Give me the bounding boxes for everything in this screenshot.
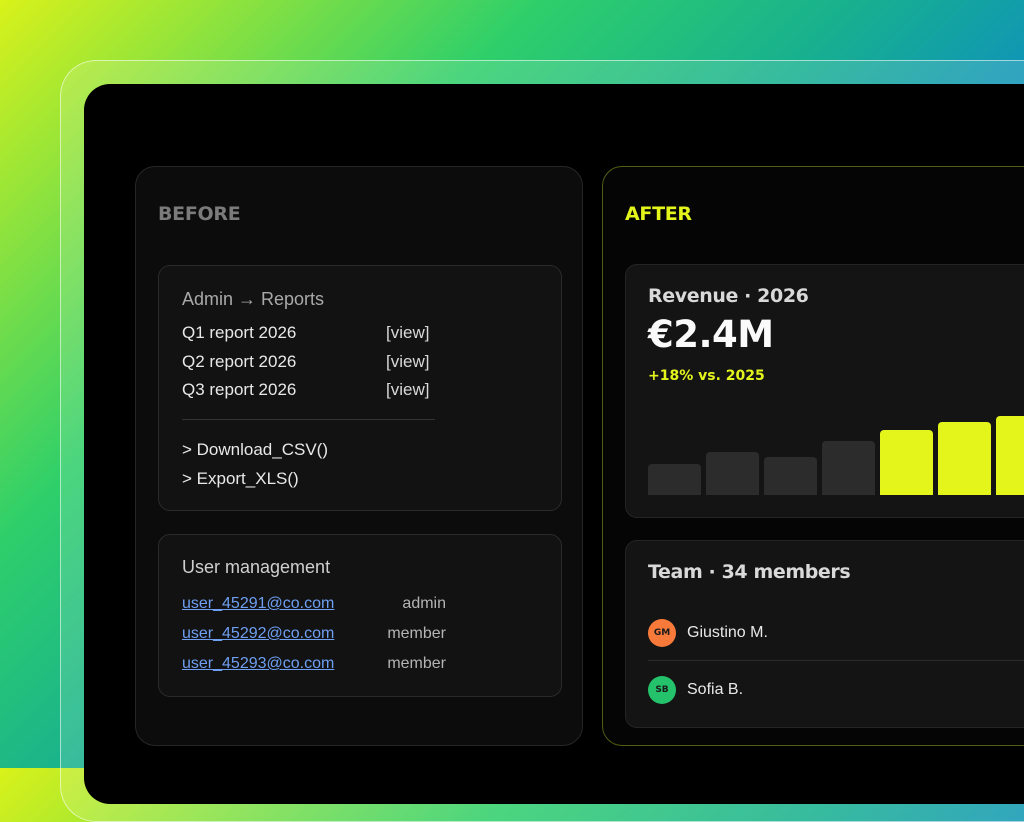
revenue-change: +18% vs. 2025 <box>648 368 765 384</box>
view-link[interactable]: [view] <box>386 352 429 372</box>
report-row: Q3 report 2026 [view] <box>182 380 434 402</box>
team-card[interactable]: Team · 34 members GM Giustino M. SB Sofi… <box>625 540 1024 728</box>
report-name: Q2 report 2026 <box>182 352 297 371</box>
user-email-link[interactable]: user_45291@co.com <box>182 595 334 613</box>
download-csv-command[interactable]: > Download_CSV() <box>182 440 328 460</box>
revenue-bar <box>764 457 817 495</box>
before-heading: BEFORE <box>158 203 241 225</box>
user-role: admin <box>402 595 446 612</box>
view-link[interactable]: [view] <box>386 323 429 343</box>
user-row: user_45291@co.com admin <box>182 595 452 617</box>
reports-breadcrumb: Admin → Reports <box>182 289 325 309</box>
user-email-link[interactable]: user_45293@co.com <box>182 655 334 673</box>
before-panel: BEFORE Admin → Reports Q1 report 2026 [v… <box>135 166 583 746</box>
user-row: user_45293@co.com member <box>182 655 452 677</box>
user-row: user_45292@co.com member <box>182 625 452 647</box>
users-card: User management user_45291@co.com admin … <box>158 534 562 697</box>
report-row: Q1 report 2026 [view] <box>182 323 434 345</box>
user-role: member <box>387 625 446 642</box>
users-title: User management <box>182 557 331 577</box>
revenue-value: €2.4M <box>648 313 774 356</box>
divider <box>648 660 1024 661</box>
report-name: Q1 report 2026 <box>182 323 297 342</box>
revenue-bar <box>648 464 701 495</box>
after-heading: AFTER <box>625 203 692 225</box>
team-member[interactable]: GM Giustino M. <box>648 619 1024 649</box>
team-label: Team · 34 members <box>648 561 851 583</box>
report-row: Q2 report 2026 [view] <box>182 352 434 374</box>
revenue-card[interactable]: Revenue · 2026 €2.4M +18% vs. 2025 <box>625 264 1024 518</box>
revenue-bar <box>822 441 875 495</box>
avatar: GM <box>648 619 676 647</box>
revenue-bar <box>996 416 1024 495</box>
user-email-link[interactable]: user_45292@co.com <box>182 625 334 643</box>
team-member[interactable]: SB Sofia B. <box>648 676 1024 706</box>
after-panel: AFTER Revenue · 2026 €2.4M +18% vs. 2025… <box>602 166 1024 746</box>
revenue-label: Revenue · 2026 <box>648 285 809 307</box>
revenue-bar <box>706 452 759 495</box>
user-role: member <box>387 655 446 672</box>
divider <box>182 419 435 420</box>
reports-card: Admin → Reports Q1 report 2026 [view] Q2… <box>158 265 562 511</box>
revenue-bar <box>938 422 991 495</box>
avatar: SB <box>648 676 676 704</box>
member-name: Giustino M. <box>687 624 768 641</box>
view-link[interactable]: [view] <box>386 380 429 400</box>
revenue-bar <box>880 430 933 495</box>
report-name: Q3 report 2026 <box>182 380 297 399</box>
revenue-bar-chart <box>648 405 1024 495</box>
export-xls-command[interactable]: > Export_XLS() <box>182 469 299 489</box>
member-name: Sofia B. <box>687 681 744 698</box>
